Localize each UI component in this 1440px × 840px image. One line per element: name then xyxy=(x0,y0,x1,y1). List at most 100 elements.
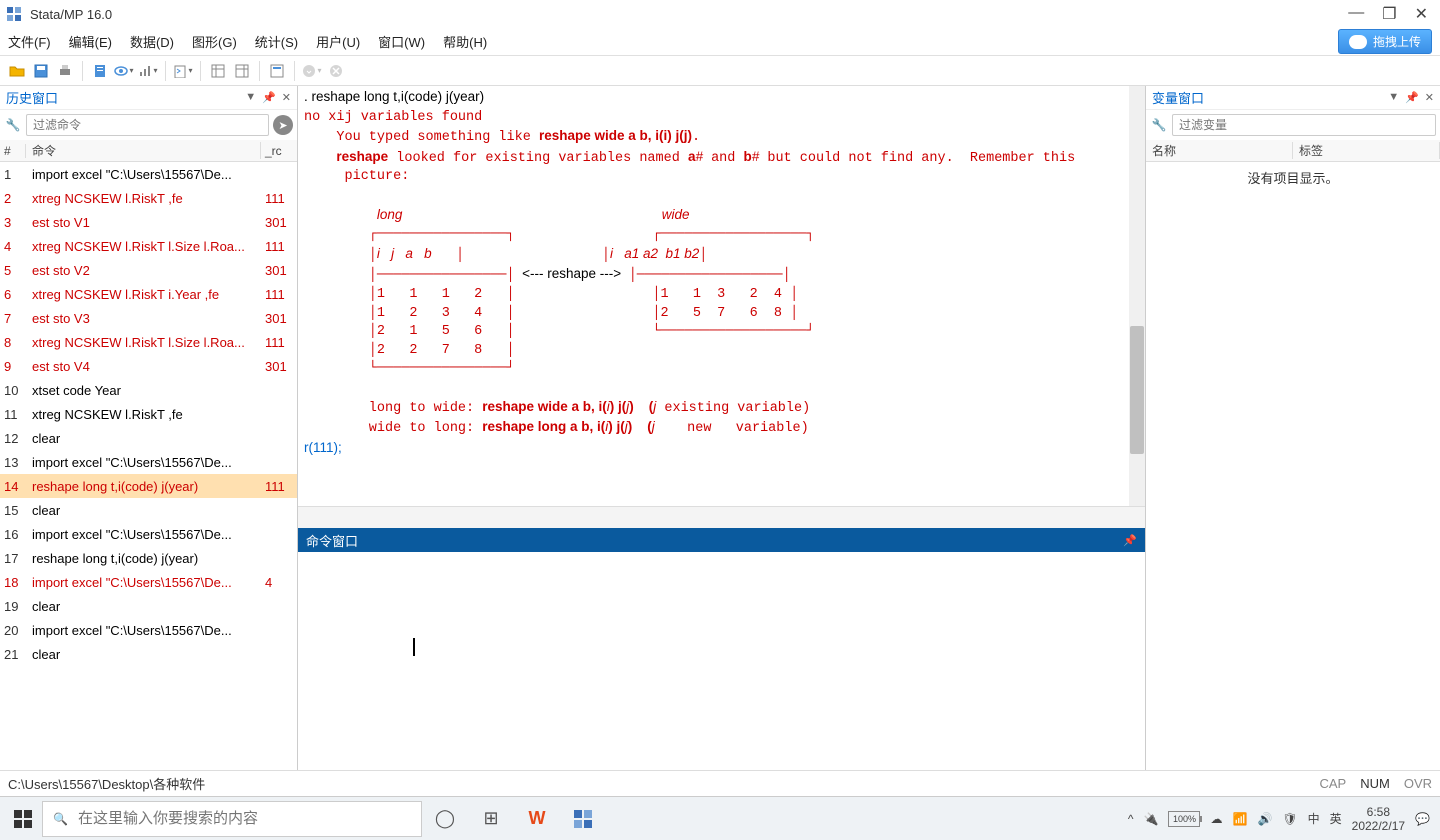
filter-icon[interactable]: ▼ xyxy=(1388,91,1399,104)
history-row[interactable]: 5est sto V2301 xyxy=(0,258,297,282)
command-window-title: 命令窗口 xyxy=(306,531,358,550)
history-row[interactable]: 21clear xyxy=(0,642,297,666)
history-panel: 历史窗口 ▼ 📌 ✕ 🔧 ➤ # 命令 _rc 1import excel "C… xyxy=(0,86,298,770)
wps-icon[interactable]: W xyxy=(514,801,560,837)
results-scrollbar[interactable] xyxy=(1129,86,1145,506)
titlebar: Stata/MP 16.0 — ❐ ✕ xyxy=(0,0,1440,28)
history-row[interactable]: 4xtreg NCSKEW l.RiskT l.Size l.Roa...111 xyxy=(0,234,297,258)
menu-graphics[interactable]: 图形(G) xyxy=(192,32,237,51)
more-icon[interactable] xyxy=(301,60,323,82)
toolbar xyxy=(0,56,1440,86)
break-icon[interactable] xyxy=(325,60,347,82)
print-icon[interactable] xyxy=(54,60,76,82)
status-path: C:\Users\15567\Desktop\各种软件 xyxy=(8,774,205,793)
notifications-icon[interactable]: 💬 xyxy=(1415,812,1430,826)
results-pager xyxy=(298,506,1145,528)
volume-icon[interactable]: 🔊 xyxy=(1257,812,1272,826)
statusbar: C:\Users\15567\Desktop\各种软件 CAP NUM OVR xyxy=(0,770,1440,796)
taskbar: 🔍 ◯ ⊞ W ^ 🔌 100% ☁ 📶 🔊 🛡 中 英 6:58 2022/2… xyxy=(0,796,1440,840)
open-icon[interactable] xyxy=(6,60,28,82)
tray-chevron-icon[interactable]: ^ xyxy=(1128,812,1134,826)
pin-icon[interactable]: 📌 xyxy=(1405,91,1419,104)
wrench-icon[interactable]: 🔧 xyxy=(1150,118,1168,132)
app-title: Stata/MP 16.0 xyxy=(30,7,112,22)
taskbar-search[interactable]: 🔍 xyxy=(42,801,422,837)
ime-en-icon[interactable]: 英 xyxy=(1330,810,1342,827)
filter-icon[interactable]: ▼ xyxy=(245,91,256,104)
command-pin-icon[interactable]: 📌 xyxy=(1123,534,1137,547)
ime-zh-icon[interactable]: 中 xyxy=(1308,810,1320,827)
menu-file[interactable]: 文件(F) xyxy=(8,32,51,51)
history-col-num: # xyxy=(0,144,26,158)
menu-user[interactable]: 用户(U) xyxy=(316,32,360,51)
minimize-button[interactable]: — xyxy=(1348,4,1364,24)
history-row[interactable]: 15clear xyxy=(0,498,297,522)
command-window-header: 命令窗口 📌 xyxy=(298,528,1145,552)
graph-icon[interactable] xyxy=(137,60,159,82)
history-row[interactable]: 19clear xyxy=(0,594,297,618)
history-col-rc[interactable]: _rc xyxy=(261,144,297,158)
menu-window[interactable]: 窗口(W) xyxy=(378,32,425,51)
taskbar-clock[interactable]: 6:58 2022/2/17 xyxy=(1352,805,1405,833)
history-row[interactable]: 14reshape long t,i(code) j(year)111 xyxy=(0,474,297,498)
pin-icon[interactable]: 📌 xyxy=(262,91,276,104)
history-row[interactable]: 16import excel "C:\Users\15567\De... xyxy=(0,522,297,546)
cloud-upload-button[interactable]: 拖拽上传 xyxy=(1338,29,1432,54)
power-icon[interactable]: 🔌 xyxy=(1144,812,1159,826)
close-panel-icon[interactable]: ✕ xyxy=(1425,91,1434,104)
variables-filter-input[interactable] xyxy=(1172,114,1436,136)
taskbar-search-input[interactable] xyxy=(78,810,411,827)
history-row[interactable]: 8xtreg NCSKEW l.RiskT l.Size l.Roa...111 xyxy=(0,330,297,354)
cortana-icon[interactable]: ◯ xyxy=(422,801,468,837)
vars-col-name[interactable]: 名称 xyxy=(1146,142,1293,159)
taskview-icon[interactable]: ⊞ xyxy=(468,801,514,837)
menu-statistics[interactable]: 统计(S) xyxy=(255,32,298,51)
security-icon[interactable]: 🛡 xyxy=(1282,812,1297,826)
history-row[interactable]: 6xtreg NCSKEW l.RiskT i.Year ,fe111 xyxy=(0,282,297,306)
history-row[interactable]: 12clear xyxy=(0,426,297,450)
menu-edit[interactable]: 编辑(E) xyxy=(69,32,112,51)
history-row[interactable]: 18import excel "C:\Users\15567\De...4 xyxy=(0,570,297,594)
wrench-icon[interactable]: 🔧 xyxy=(4,118,22,132)
status-ovr: OVR xyxy=(1404,776,1432,791)
history-list[interactable]: 1import excel "C:\Users\15567\De...2xtre… xyxy=(0,162,297,770)
save-icon[interactable] xyxy=(30,60,52,82)
stata-logo-icon xyxy=(6,6,22,22)
search-icon: 🔍 xyxy=(53,812,68,826)
history-row[interactable]: 17reshape long t,i(code) j(year) xyxy=(0,546,297,570)
view-icon[interactable] xyxy=(113,60,135,82)
filter-go-icon[interactable]: ➤ xyxy=(273,115,293,135)
history-row[interactable]: 11xtreg NCSKEW l.RiskT ,fe xyxy=(0,402,297,426)
cloud-icon xyxy=(1349,35,1367,49)
start-button[interactable] xyxy=(4,801,42,837)
do-editor-icon[interactable] xyxy=(172,60,194,82)
history-row[interactable]: 9est sto V4301 xyxy=(0,354,297,378)
history-row[interactable]: 7est sto V3301 xyxy=(0,306,297,330)
onedrive-icon[interactable]: ☁ xyxy=(1210,812,1222,826)
close-button[interactable]: ✕ xyxy=(1415,4,1428,24)
history-row[interactable]: 1import excel "C:\Users\15567\De... xyxy=(0,162,297,186)
close-panel-icon[interactable]: ✕ xyxy=(282,91,291,104)
history-row[interactable]: 13import excel "C:\Users\15567\De... xyxy=(0,450,297,474)
variables-manager-icon[interactable] xyxy=(266,60,288,82)
stata-taskbar-icon[interactable] xyxy=(560,801,606,837)
wifi-icon[interactable]: 📶 xyxy=(1232,812,1247,826)
log-icon[interactable] xyxy=(89,60,111,82)
history-col-cmd[interactable]: 命令 xyxy=(26,142,261,159)
history-row[interactable]: 20import excel "C:\Users\15567\De... xyxy=(0,618,297,642)
history-row[interactable]: 10xtset code Year xyxy=(0,378,297,402)
command-input[interactable] xyxy=(298,552,1145,770)
data-browser-icon[interactable] xyxy=(231,60,253,82)
battery-icon[interactable]: 100% xyxy=(1168,811,1200,827)
menu-help[interactable]: 帮助(H) xyxy=(443,32,487,51)
history-row[interactable]: 3est sto V1301 xyxy=(0,210,297,234)
history-row[interactable]: 2xtreg NCSKEW l.RiskT ,fe111 xyxy=(0,186,297,210)
menu-data[interactable]: 数据(D) xyxy=(130,32,174,51)
data-editor-icon[interactable] xyxy=(207,60,229,82)
vars-col-label[interactable]: 标签 xyxy=(1293,142,1440,159)
maximize-button[interactable]: ❐ xyxy=(1382,4,1396,24)
history-filter-input[interactable] xyxy=(26,114,269,136)
results-window[interactable]: . reshape long t,i(code) j(year) no xij … xyxy=(298,86,1145,506)
variables-title: 变量窗口 xyxy=(1152,88,1388,107)
vars-empty-text: 没有项目显示。 xyxy=(1146,162,1440,187)
